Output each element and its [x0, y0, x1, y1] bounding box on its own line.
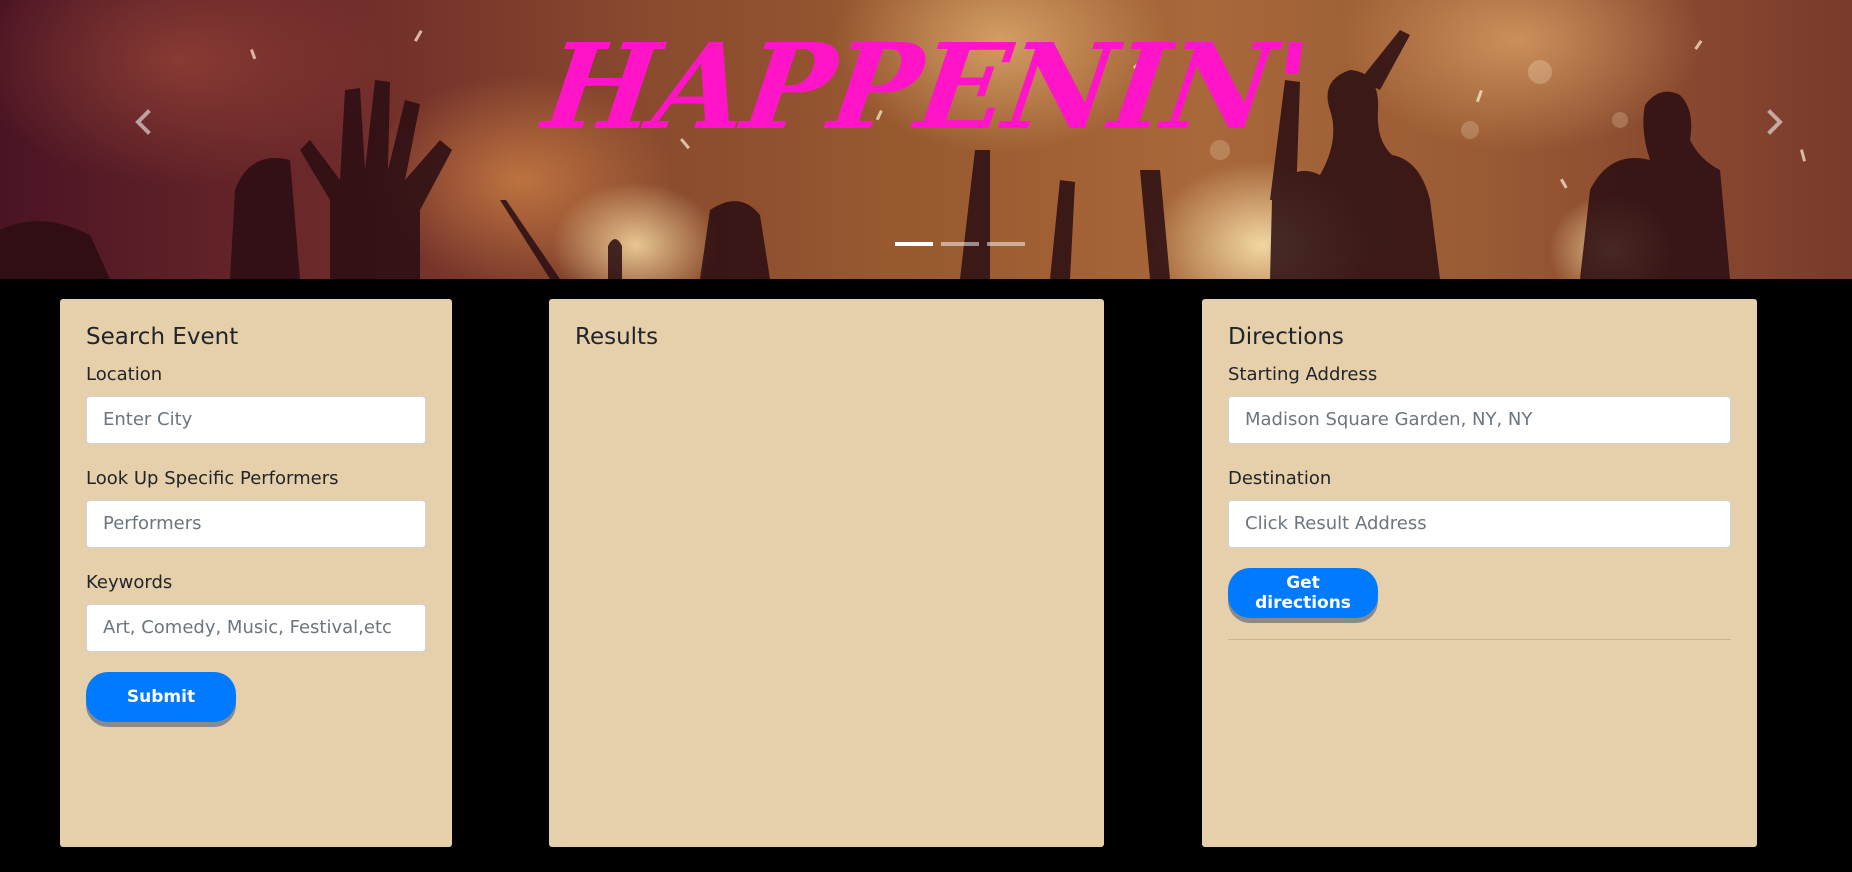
- carousel-indicator-1[interactable]: [895, 242, 933, 246]
- carousel-indicator-3[interactable]: [987, 242, 1025, 246]
- get-directions-button[interactable]: Get directions: [1228, 567, 1378, 618]
- carousel-indicator-2[interactable]: [941, 242, 979, 246]
- directions-divider: [1228, 638, 1731, 640]
- hero-carousel: HAPPENIN': [0, 0, 1852, 279]
- starting-address-input[interactable]: [1228, 395, 1731, 444]
- carousel-indicators: [895, 242, 1025, 246]
- directions-panel: Directions Starting Address Destination …: [1202, 299, 1757, 847]
- location-input[interactable]: [86, 395, 426, 444]
- submit-button[interactable]: Submit: [86, 671, 236, 722]
- search-event-panel: Search Event Location Look Up Specific P…: [60, 299, 452, 847]
- performers-input[interactable]: [86, 499, 426, 548]
- search-event-heading: Search Event: [86, 324, 239, 350]
- destination-label: Destination: [1228, 467, 1332, 489]
- performers-label: Look Up Specific Performers: [86, 467, 339, 489]
- starting-address-label: Starting Address: [1228, 363, 1378, 385]
- carousel-prev-button[interactable]: [126, 104, 166, 144]
- site-title: HAPPENIN': [536, 17, 1316, 156]
- chevron-left-icon: [135, 109, 151, 135]
- results-heading: Results: [575, 324, 659, 350]
- directions-heading: Directions: [1228, 324, 1344, 350]
- location-label: Location: [86, 363, 163, 385]
- carousel-next-button[interactable]: [1756, 104, 1796, 144]
- keywords-input[interactable]: [86, 603, 426, 652]
- keywords-label: Keywords: [86, 571, 173, 593]
- chevron-right-icon: [1767, 109, 1783, 135]
- results-panel: Results: [549, 299, 1104, 847]
- destination-input[interactable]: [1228, 499, 1731, 548]
